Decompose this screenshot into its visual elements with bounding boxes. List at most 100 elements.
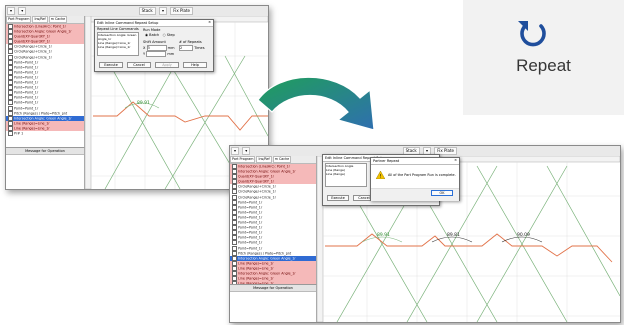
repeat-command-list[interactable]: Intersection Angle Line (Range) Line (Ra…	[325, 163, 367, 187]
message-box-title: Partner Repeat	[371, 158, 459, 165]
tree-row-label: Point=Point_1r	[14, 85, 39, 90]
svg-text:!: !	[380, 174, 382, 179]
tree-checkbox[interactable]	[8, 130, 13, 136]
cancel-button[interactable]: Cancel	[127, 62, 151, 68]
tab-ins-ref[interactable]: Ins/Ref	[256, 156, 272, 163]
dialog-title: Edit Inline Command Repeat Setup	[95, 20, 213, 27]
part-program-tree: Part Program Ins/Ref m Cache Intersection …	[230, 156, 317, 284]
execute-button[interactable]: Execute	[99, 62, 123, 68]
screenshot-after-repeat: ▾ ▾ Stack ▾ Fix Plate Part Program Ins/Re…	[229, 145, 621, 323]
tree-row-label: Intersection Angle: Green Angle_1r	[14, 116, 72, 121]
ok-button[interactable]: OK	[431, 190, 453, 196]
repeat-command-list[interactable]: Intersection Angle: Green Angle_1r Line …	[97, 32, 139, 56]
run-mode-options: ◉ Batch ○ Step	[145, 33, 175, 37]
tree-row-label: Intersection Angle: Green Angle_1r	[238, 271, 296, 276]
tree-row-label: Point=Point_1r	[238, 240, 263, 245]
tree-row-label: Point=Point_1r	[14, 65, 39, 70]
tree-row-label: Pr# 1	[14, 131, 24, 136]
toolbar-dropdown-1[interactable]: ▾	[7, 7, 16, 15]
warning-icon: !	[376, 171, 385, 179]
toolbar-dropdown-2[interactable]: ▾	[242, 147, 251, 155]
tree-row-label: CircleRange/+Circle_1r	[238, 195, 276, 200]
execute-button[interactable]: Execute	[327, 195, 349, 201]
tree-row-label: Point=Point_1r	[238, 246, 263, 250]
tree-tabs: Part Program Ins/Ref m Cache	[6, 16, 84, 24]
tree-row-label: Line (Range)=Line_1r	[238, 261, 274, 266]
tree-row-label: Line (Range)=Line_1r	[238, 276, 274, 281]
tree-tabs: Part Program Ins/Ref m Cache	[230, 156, 316, 164]
tree-row-label: Point=Point_1r	[238, 220, 263, 225]
tree-list: Intersection (Line/Arc): Point_1r Interse…	[230, 164, 316, 284]
angle-label-1: 89.91	[137, 100, 150, 106]
tab-cache[interactable]: m Cache	[48, 16, 68, 23]
tree-row-label: Intersection (Line/Arc): Point_1r	[14, 24, 67, 29]
tree-row-label: Point=Point_1r	[238, 205, 263, 210]
tree-row-label: Point=Point_1r	[14, 100, 39, 105]
repeat-label: Repeat	[516, 56, 571, 75]
message-panel: Message for Operation	[6, 147, 85, 189]
tree-row-label: Point=Point_1r	[14, 75, 39, 80]
tree-row-label: Intersection (Line/Arc): Point_1r	[238, 164, 291, 169]
tree-row-label: Quard(XY-QuardXY_1r	[14, 34, 51, 39]
tab-part-program[interactable]: Part Program	[230, 156, 256, 163]
tree-row-label: Point=Point_1r	[14, 90, 39, 95]
radio-step[interactable]: ○ Step	[163, 33, 175, 37]
message-panel-header: Message for Operation	[6, 148, 84, 155]
shift-amount-label: Shift Amount	[143, 40, 166, 44]
toolbar-dropdown-2[interactable]: ▾	[18, 7, 27, 15]
x-unit: mm	[167, 46, 175, 50]
toolbar-dropdown-1[interactable]: ▾	[231, 147, 240, 155]
tree-row-label: Point=Point_1r	[14, 95, 39, 100]
tree-row-label: Point=Point_1r	[14, 106, 39, 110]
list-item[interactable]: Intersection Angle: Green Angle_1r	[98, 33, 138, 41]
tree-row-label: Point=Point_1r	[238, 210, 263, 215]
toolbar-dropdown-3[interactable]: ▾	[158, 7, 167, 15]
apply-button[interactable]: Apply	[155, 62, 179, 68]
repeats-input[interactable]: 2	[179, 45, 193, 51]
angle-label-1: 89.91	[377, 232, 390, 238]
tree-row[interactable]: Pr# 1	[6, 130, 84, 136]
tree-row-label: CircleRange/+Circle_1r	[238, 184, 276, 189]
repeats-row: 2 Times	[179, 45, 205, 51]
toolbar-stack-button[interactable]: Stack	[138, 7, 156, 15]
tree-row-label: Point=Point_1r	[14, 70, 39, 75]
repeat-list-header: Repeat Line Commands	[97, 27, 139, 31]
tree-row-label: Point=Point_1r	[238, 235, 263, 240]
tab-ins-ref[interactable]: Ins/Ref	[32, 16, 48, 23]
tree-row-label: Line (Range)=Line_1r	[14, 126, 50, 131]
tree-row-label: Line (Range)=Line_1r	[14, 121, 50, 126]
tab-part-program[interactable]: Part Program	[6, 16, 32, 23]
flow-arrow	[257, 76, 375, 131]
tree-row-label: Quard(XY-QuardXY_1r	[238, 174, 275, 179]
repeat-setup-dialog: Edit Inline Command Repeat Setup × Repea…	[94, 19, 214, 72]
close-icon[interactable]: ×	[454, 158, 457, 162]
repeats-label: # of Repeats	[179, 40, 202, 44]
part-program-tree: Part Program Ins/Ref m Cache Intersection …	[6, 16, 85, 147]
list-item[interactable]: Line (Range)	[326, 172, 366, 176]
tab-cache[interactable]: m Cache	[272, 156, 292, 163]
message-text: All of the Part Program Run is complete.	[388, 173, 456, 177]
radio-batch[interactable]: ◉ Batch	[145, 33, 159, 37]
tree-row-label: Intersection Angle: Green Angle_1r	[238, 169, 296, 174]
shift-y-row: Y mm	[143, 51, 174, 57]
tree-row-label: Point=Point_1r	[238, 225, 263, 230]
times-label: Times	[194, 46, 205, 50]
completion-message-box: Partner Repeat × ! All of the Part Progr…	[370, 157, 460, 201]
help-button[interactable]: Help	[183, 62, 207, 68]
tree-row-label: Pitch (Ranges) / Plate=Pitch_pnt	[238, 251, 292, 256]
tree-list: Intersection (Line/Arc): Point_1r Interse…	[6, 24, 84, 136]
tree-row-label: Point=Point_1r	[238, 230, 263, 235]
list-item[interactable]: Line (Range)=Line_1r	[98, 45, 138, 49]
tree-row-label: Point=Point_1r	[14, 60, 39, 65]
message-panel: Message for Operation	[230, 284, 317, 322]
toolbar-fix-plate-button[interactable]: Fix Plate	[170, 7, 194, 15]
repeat-ribbon-button[interactable]: Repeat	[463, 0, 624, 115]
shift-y-input[interactable]	[146, 51, 167, 57]
close-icon[interactable]: ×	[208, 20, 211, 24]
x-label: X	[143, 46, 146, 50]
tree-row-label: Line (Range)=Line_1r	[238, 266, 274, 271]
tree-row-label: Point=Point_1r	[238, 215, 263, 220]
angle-label-3: 90.09	[517, 232, 530, 238]
tree-row-label: CircleRange/+Circle_1r	[238, 189, 276, 194]
run-mode-label: Run Mode	[143, 28, 161, 32]
